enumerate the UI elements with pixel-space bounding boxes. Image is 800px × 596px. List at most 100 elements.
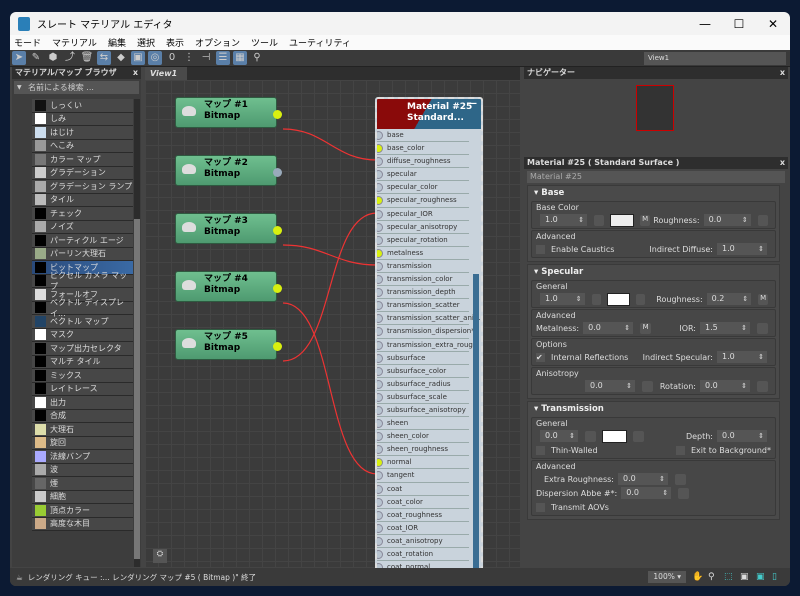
spec-weight-spinner[interactable]: 1.0 [540, 293, 585, 305]
extra-roughness-spinner[interactable]: 0.0 [618, 473, 668, 485]
material-slot[interactable]: base [377, 129, 469, 143]
browser-item[interactable]: 出力 [32, 396, 133, 410]
menu-item[interactable]: ツール [251, 36, 278, 49]
input-port[interactable] [377, 353, 383, 363]
browser-item[interactable]: レイトレース [32, 382, 133, 396]
output-port[interactable] [273, 226, 282, 235]
input-port[interactable] [377, 275, 383, 285]
browser-item[interactable]: チェック [32, 207, 133, 221]
browser-item[interactable]: ノイズ [32, 220, 133, 234]
browser-item[interactable]: グラデーション ランプ [32, 180, 133, 194]
spec-color-map[interactable] [635, 293, 646, 305]
material-slot[interactable]: base_color [377, 142, 469, 156]
input-port[interactable] [377, 419, 383, 429]
base-color-swatch[interactable] [610, 213, 634, 227]
material-slot[interactable]: tangent [377, 469, 469, 483]
rotation-spinner[interactable]: 0.0 [700, 380, 750, 392]
material-slot[interactable]: sheen_roughness [377, 443, 469, 457]
menu-item[interactable]: モード [14, 36, 41, 49]
input-port[interactable] [377, 458, 383, 468]
anisotropy-spinner[interactable]: 0.0 [585, 380, 635, 392]
input-port[interactable] [377, 432, 383, 442]
trans-color-map[interactable] [633, 430, 644, 442]
browser-item[interactable]: しみ [32, 112, 133, 126]
material-slot[interactable]: specular_rotation [377, 234, 469, 247]
layout-children-icon[interactable]: ⊣ [199, 51, 213, 65]
material-slot[interactable]: specular_anisotropy [377, 221, 469, 234]
menu-item[interactable]: 選択 [137, 36, 155, 49]
zoom-selected-icon[interactable]: ▣ [756, 572, 766, 582]
hide-unused-icon[interactable]: ◆ [114, 51, 128, 65]
material-slot[interactable]: specular_roughness [377, 194, 469, 208]
select-by-material-icon[interactable]: ⚲ [250, 51, 264, 65]
browser-item[interactable]: 頂点カラー [32, 504, 133, 518]
material-slot[interactable]: coat_color [377, 496, 469, 509]
browser-item[interactable]: カラー マップ [32, 153, 133, 167]
material-slot[interactable]: diffuse_roughness [377, 155, 469, 169]
eyedropper-icon[interactable]: ✎ [29, 51, 43, 65]
browser-scrollbar[interactable] [134, 99, 140, 567]
transmission-header[interactable]: ▾ Transmission [531, 403, 776, 416]
dispersion-spinner[interactable]: 0.0 [621, 487, 672, 499]
browser-item[interactable]: 合成 [32, 409, 133, 423]
spec-roughness-spinner[interactable]: 0.2 [706, 293, 752, 305]
base-weight-map[interactable] [594, 214, 605, 226]
material-slot[interactable]: transmission_scatter [377, 299, 469, 313]
caustics-checkbox[interactable] [536, 244, 545, 254]
trans-color-swatch[interactable] [602, 429, 627, 443]
view-selector[interactable]: View1 [644, 52, 786, 65]
pan-hand-icon[interactable]: ✋ [692, 572, 703, 582]
browser-item[interactable]: パーティクル エージ [32, 234, 133, 248]
minimize-button[interactable]: — [688, 17, 722, 31]
base-roughness-spinner[interactable]: 0.0 [703, 214, 751, 226]
material-slot[interactable]: coat [377, 483, 469, 496]
output-port[interactable] [273, 168, 282, 177]
input-port[interactable] [377, 288, 383, 298]
material-slot[interactable]: subsurface_scale [377, 391, 469, 404]
input-port[interactable] [377, 340, 383, 350]
material-slot[interactable]: coat_rotation [377, 548, 469, 562]
rotation-map[interactable] [757, 380, 768, 392]
browser-toggle-icon[interactable]: ☰ [216, 51, 230, 65]
browser-item[interactable]: 細胞 [32, 490, 133, 504]
input-port[interactable] [377, 131, 383, 140]
material-slot[interactable]: transmission_dispersion* [377, 325, 475, 339]
metalness-m[interactable]: M [640, 322, 652, 334]
output-port[interactable] [273, 110, 282, 119]
browser-item[interactable]: 大理石 [32, 423, 133, 437]
material-slot[interactable]: coat_roughness [377, 509, 469, 522]
input-port[interactable] [377, 183, 383, 193]
menu-item[interactable]: 表示 [166, 36, 184, 49]
material-slot[interactable]: transmission_color [377, 273, 469, 287]
browser-item[interactable]: タイル [32, 193, 133, 207]
thin-walled-checkbox[interactable] [536, 445, 545, 455]
select-tool-icon[interactable]: ➤ [12, 51, 26, 65]
base-weight-spinner[interactable]: 1.0 [540, 214, 588, 226]
input-port[interactable] [377, 209, 383, 219]
navigator-viewport[interactable] [636, 85, 674, 131]
param-close[interactable]: x [780, 157, 785, 169]
material-slot[interactable]: sheen_color [377, 430, 469, 444]
material-slot[interactable]: subsurface_radius [377, 378, 469, 391]
trans-weight-map[interactable] [585, 430, 596, 442]
input-port[interactable] [377, 301, 383, 311]
material-slot[interactable]: subsurface [377, 352, 469, 365]
output-port[interactable] [273, 342, 282, 351]
material-slot[interactable]: normal [377, 456, 469, 470]
show-map-icon[interactable]: ▣ [131, 51, 145, 65]
input-port[interactable] [377, 445, 383, 455]
input-port[interactable] [377, 314, 383, 324]
anisotropy-map[interactable] [642, 380, 653, 392]
node-view[interactable]: View1 マップ #1 Bitmap マップ #2 Bitmap マップ #3 Bitm… [145, 67, 520, 572]
input-port[interactable] [377, 157, 383, 167]
menu-item[interactable]: マテリアル [52, 36, 97, 49]
depth-spinner[interactable]: 0.0 [717, 430, 767, 442]
input-port[interactable] [377, 196, 383, 206]
map-node[interactable]: マップ #5 Bitmap [175, 329, 282, 360]
internal-reflections-checkbox[interactable]: ✔ [536, 352, 545, 362]
material-slot[interactable]: specular_IOR [377, 208, 469, 221]
collapse-button[interactable]: — [468, 99, 477, 110]
delete-icon[interactable]: 🗑 [80, 51, 94, 65]
pan-binoculars-icon[interactable]: ⛭ [153, 549, 167, 563]
input-port[interactable] [377, 170, 383, 180]
